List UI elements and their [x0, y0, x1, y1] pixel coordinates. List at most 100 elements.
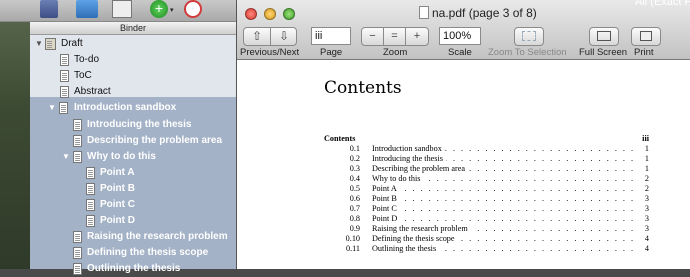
- binder-item-label: Why to do this: [87, 151, 156, 162]
- zoom-window-icon[interactable]: [283, 8, 295, 20]
- scrivener-toolbar: + ▾: [0, 0, 236, 22]
- binder-item-point-a[interactable]: Point A: [30, 165, 236, 181]
- toc-entry-title: Outlining the thesis: [372, 244, 440, 254]
- binder-item-raising-research[interactable]: Raising the research problem: [30, 229, 236, 245]
- document-icon: [60, 54, 69, 66]
- binder-item-todo[interactable]: To-do: [30, 52, 236, 68]
- document-stack-icon: [73, 151, 82, 163]
- toc-leader-dots: . . . . . . . . . . . . . . . . . . . . …: [372, 204, 635, 213]
- binder-item-label: Describing the problem area: [87, 135, 223, 146]
- binder-item-label: Raising the research problem: [87, 231, 228, 242]
- toc-entry-title: Point D: [372, 214, 401, 224]
- toc-entry-page: 3: [644, 194, 649, 203]
- toc-entry[interactable]: 0.8 . . . . . . . . . . . . . . . . . . .…: [324, 214, 649, 224]
- disclosure-triangle-icon[interactable]: ▼: [48, 100, 56, 116]
- toc-entry-number: 0.6: [349, 194, 360, 203]
- document-icon: [86, 215, 95, 227]
- binder-item-outlining-thesis[interactable]: Outlining the thesis: [30, 261, 236, 277]
- toc-leader-dots: . . . . . . . . . . . . . . . . . . . . …: [372, 214, 635, 223]
- binder-item-label: Point A: [100, 167, 135, 178]
- folder-icon[interactable]: [76, 0, 98, 18]
- binder-item-label: Introducing the thesis: [87, 119, 192, 130]
- toc-entry-page: 2: [644, 174, 649, 183]
- binder-item-draft[interactable]: ▼ Draft: [30, 36, 236, 52]
- document-icon: [73, 247, 82, 259]
- print-button[interactable]: [631, 27, 661, 46]
- binder-item-label: Point B: [100, 183, 135, 194]
- binder-item-label: Defining the thesis scope: [87, 247, 209, 258]
- next-page-icon[interactable]: ⇩: [271, 28, 297, 45]
- document-icon: [86, 199, 95, 211]
- actual-size-button[interactable]: =: [384, 28, 406, 45]
- scale-field[interactable]: 100%: [439, 27, 481, 45]
- page-field[interactable]: iii: [311, 27, 351, 45]
- toc-entry[interactable]: 0.1. . . . . . . . . . . . . . . . . . .…: [324, 144, 649, 154]
- window-title: na.pdf (page 3 of 8): [432, 6, 537, 20]
- disclosure-triangle-icon[interactable]: ▼: [62, 149, 70, 165]
- toc-entry[interactable]: 0.7 . . . . . . . . . . . . . . . . . . .…: [324, 204, 649, 214]
- document-icon: [73, 119, 82, 131]
- toc-entry-title: Introducing the thesis: [372, 154, 446, 164]
- toc-entry-number: 0.7: [349, 204, 360, 213]
- binder-item-label: Point D: [100, 215, 135, 226]
- toc-entry[interactable]: 0.3. . . . . . . . . . . . . . . . . . .…: [324, 164, 649, 174]
- toc-entry[interactable]: 0.6 . . . . . . . . . . . . . . . . . . .…: [324, 194, 649, 204]
- toc-entry-page: 1: [644, 144, 649, 153]
- previous-next-label: Previous/Next: [240, 47, 300, 58]
- binder-item-label: ToC: [74, 70, 92, 81]
- binder-item-point-b[interactable]: Point B: [30, 181, 236, 197]
- printer-icon: [640, 31, 652, 41]
- binder-item-defining-scope[interactable]: Defining the thesis scope: [30, 245, 236, 261]
- full-screen-label: Full Screen: [579, 47, 628, 58]
- view-mode-icon[interactable]: [112, 0, 132, 18]
- zoom-to-selection-label: Zoom To Selection: [488, 47, 567, 58]
- previous-next-control: ⇧ ⇩: [243, 27, 297, 46]
- toc-entry[interactable]: 0.2. . . . . . . . . . . . . . . . . . .…: [324, 154, 649, 164]
- disclosure-triangle-icon[interactable]: ▼: [35, 36, 43, 52]
- binder-item-abstract[interactable]: Abstract: [30, 84, 236, 100]
- toc-entry-page: 1: [644, 164, 649, 173]
- toc-entry-page: 3: [644, 204, 649, 213]
- binder-header: Binder: [30, 22, 236, 35]
- binder-item-label: To-do: [74, 54, 100, 65]
- toc-entry-title: Introduction sandbox: [372, 144, 445, 154]
- add-icon[interactable]: +: [150, 0, 168, 18]
- toc-entry[interactable]: 0.5 . . . . . . . . . . . . . . . . . . .…: [324, 184, 649, 194]
- toc-entry-number: 0.9: [349, 224, 360, 233]
- book-icon[interactable]: [40, 0, 58, 18]
- binder-item-point-d[interactable]: Point D: [30, 213, 236, 229]
- toc-entry[interactable]: 0.10. . . . . . . . . . . . . . . . . . …: [324, 234, 649, 244]
- binder-item-point-c[interactable]: Point C: [30, 197, 236, 213]
- previous-page-icon[interactable]: ⇧: [244, 28, 271, 45]
- minimize-icon[interactable]: [264, 8, 276, 20]
- toc-header-page: iii: [642, 134, 649, 143]
- preview-toolbar: na.pdf (page 3 of 8) All (Exact Phra ⇧ ⇩…: [237, 0, 690, 60]
- toc-entry-page: 4: [644, 234, 649, 243]
- toc-entry-title: Point A: [372, 184, 400, 194]
- zoom-in-button[interactable]: +: [406, 28, 428, 45]
- binder-item-introducing-thesis[interactable]: Introducing the thesis: [30, 117, 236, 133]
- delete-icon[interactable]: [184, 0, 202, 18]
- binder-item-why-to-do-this[interactable]: ▼ Why to do this: [30, 149, 236, 165]
- toc-entry[interactable]: 0.4. . . . . . . . . . . . . . . . . . .…: [324, 174, 649, 184]
- toc-header-title: Contents: [324, 134, 356, 143]
- binder-item-label: Introduction sandbox: [74, 102, 177, 113]
- draft-folder-icon: [45, 38, 56, 50]
- pdf-heading: Contents: [324, 78, 402, 98]
- binder-item-toc[interactable]: ToC: [30, 68, 236, 84]
- binder-item-introduction-sandbox[interactable]: ▼ Introduction sandbox: [30, 100, 236, 116]
- full-screen-button[interactable]: [589, 27, 619, 46]
- toc-entry[interactable]: 0.11. . . . . . . . . . . . . . . . . . …: [324, 244, 649, 254]
- toc-entry[interactable]: 0.9. . . . . . . . . . . . . . . . . . .…: [324, 224, 649, 234]
- binder-item-describing-problem[interactable]: Describing the problem area: [30, 133, 236, 149]
- toc-entry-number: 0.10: [345, 234, 360, 243]
- toc-entry-number: 0.3: [349, 164, 360, 173]
- toc-entry-number: 0.5: [349, 184, 360, 193]
- zoom-to-selection-button[interactable]: [514, 27, 544, 46]
- toc-leader-dots: . . . . . . . . . . . . . . . . . . . . …: [372, 184, 635, 193]
- zoom-out-button[interactable]: −: [362, 28, 384, 45]
- document-stack-icon: [59, 102, 68, 114]
- close-icon[interactable]: [245, 8, 257, 20]
- scale-label: Scale: [448, 47, 472, 58]
- binder-item-label: Outlining the thesis: [87, 263, 181, 274]
